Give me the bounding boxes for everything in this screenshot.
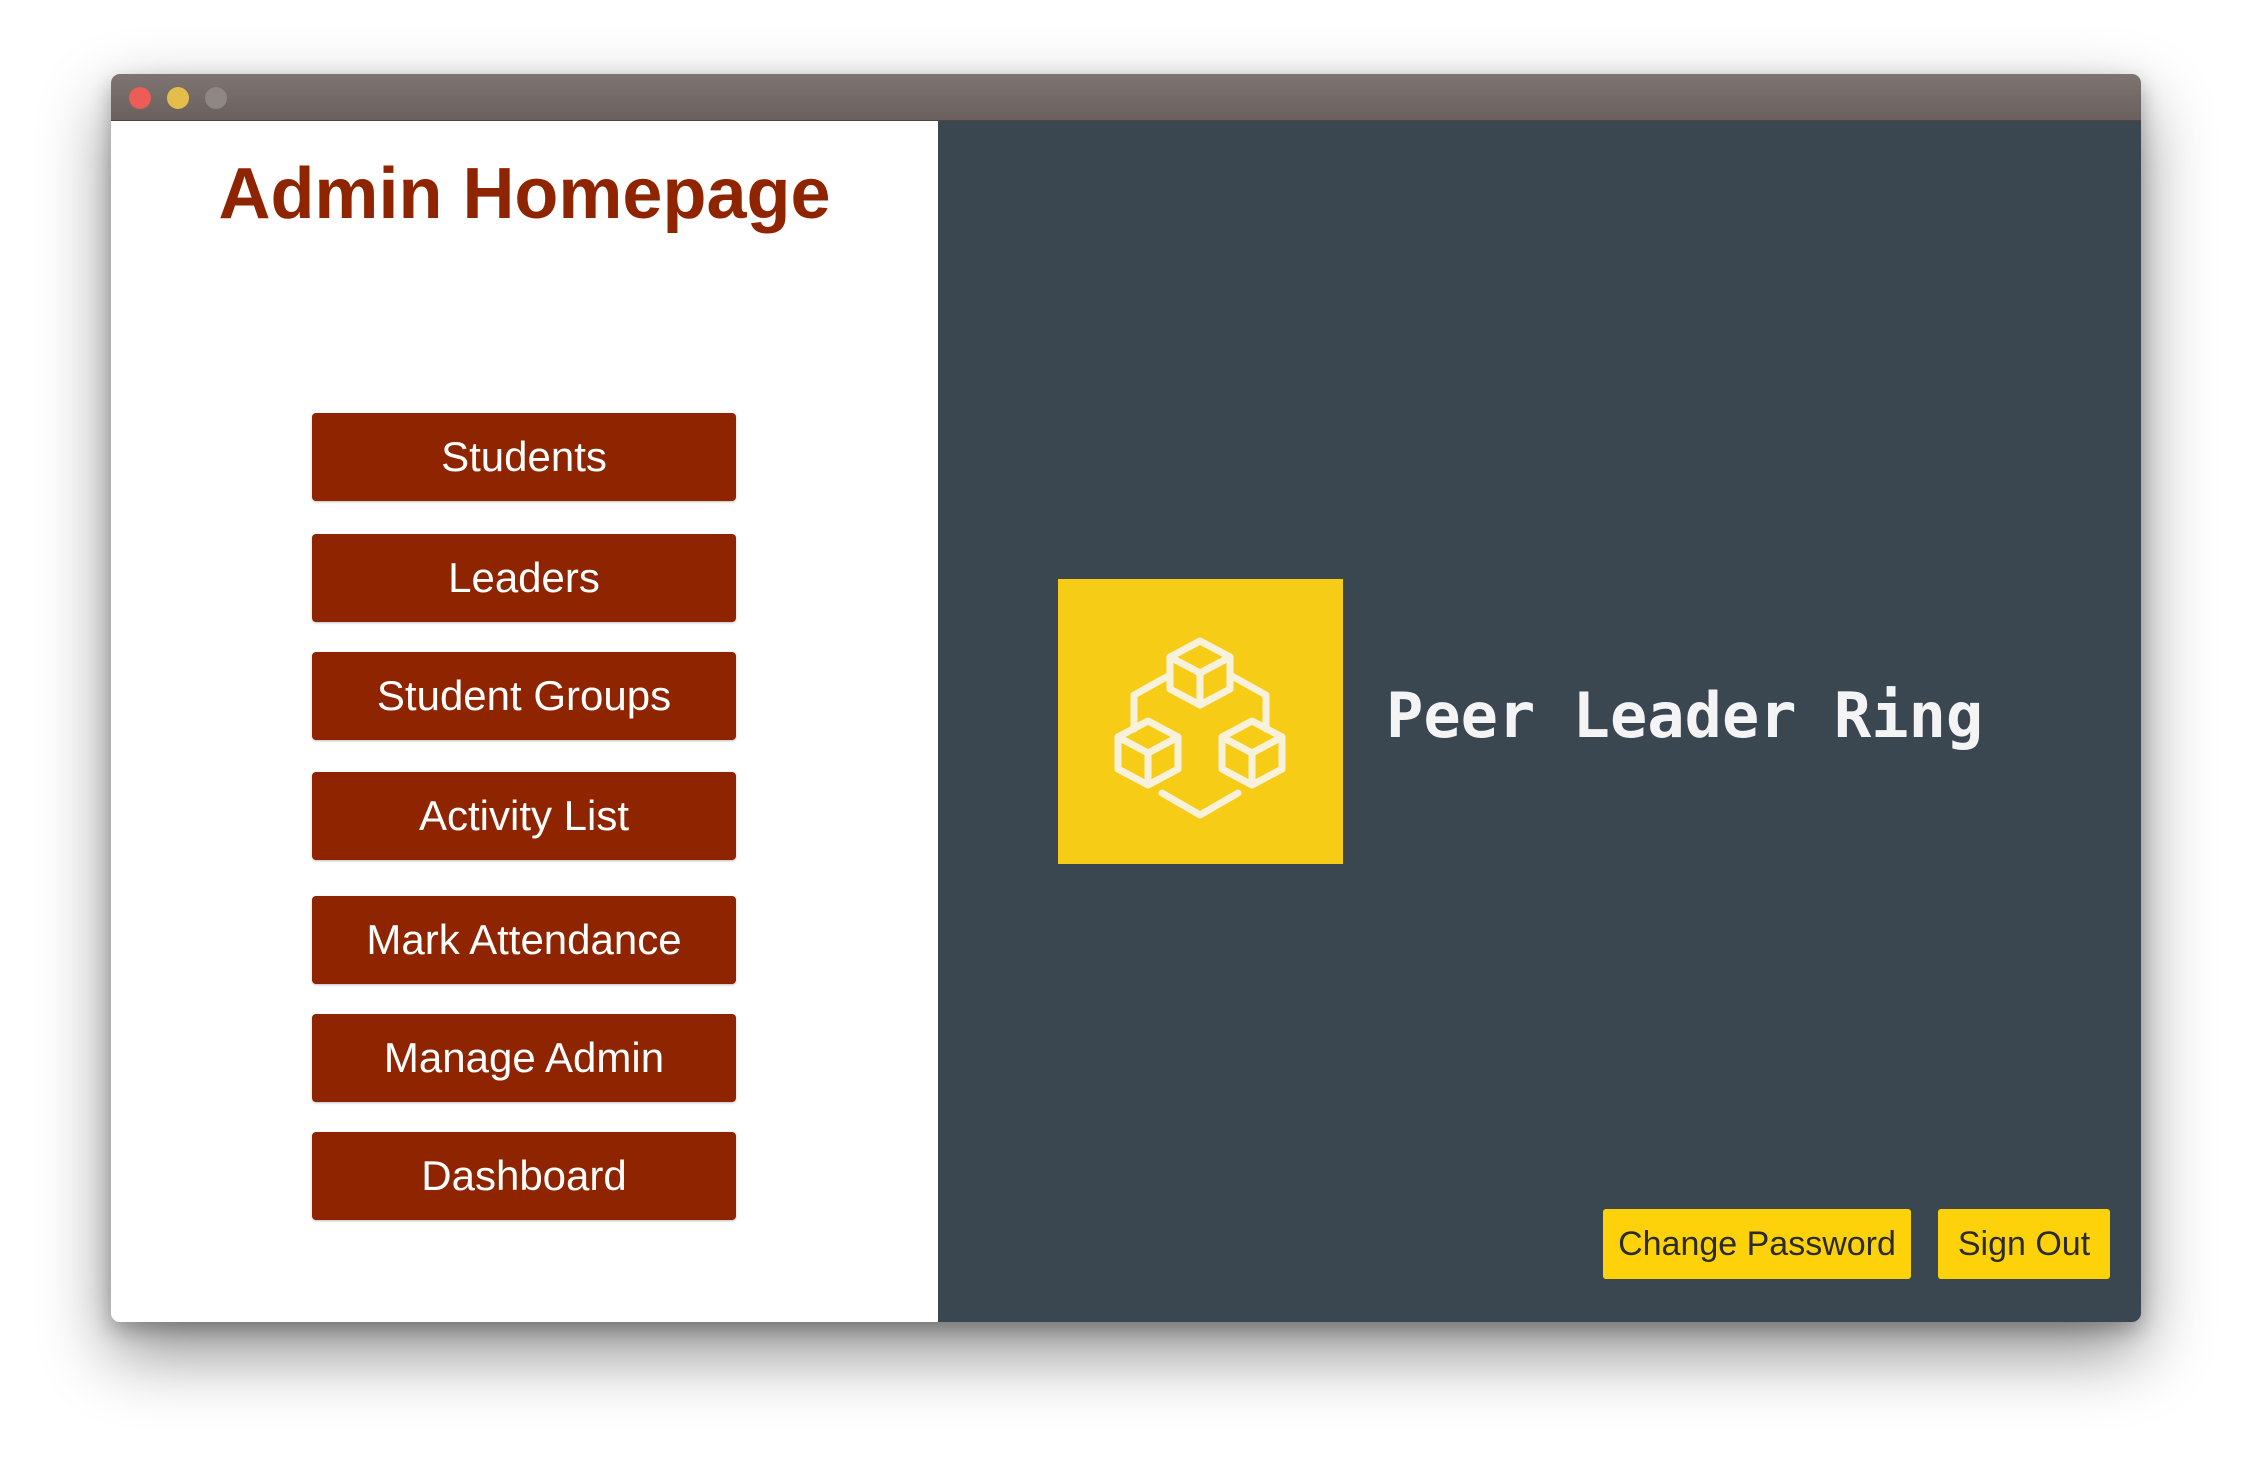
manage-admin-button[interactable]: Manage Admin	[312, 1014, 736, 1102]
page-title: Admin Homepage	[218, 154, 831, 234]
maximize-window-button[interactable]	[205, 87, 227, 109]
app-window: Admin Homepage Students Leaders Student …	[111, 74, 2141, 1322]
minimize-window-button[interactable]	[167, 87, 189, 109]
app-name: Peer Leader Ring	[1386, 679, 1984, 752]
sign-out-button[interactable]: Sign Out	[1938, 1209, 2110, 1279]
mark-attendance-button[interactable]: Mark Attendance	[312, 896, 736, 984]
change-password-button[interactable]: Change Password	[1603, 1209, 1911, 1279]
admin-menu-panel: Admin Homepage Students Leaders Student …	[111, 121, 938, 1322]
close-window-button[interactable]	[129, 87, 151, 109]
dashboard-button[interactable]: Dashboard	[312, 1132, 736, 1220]
activity-list-button[interactable]: Activity List	[312, 772, 736, 860]
title-bar	[111, 74, 2141, 121]
students-button[interactable]: Students	[312, 413, 736, 501]
student-groups-button[interactable]: Student Groups	[312, 652, 736, 740]
brand-panel: Peer Leader Ring Change Password Sign Ou…	[938, 121, 2141, 1322]
app-logo	[1058, 579, 1343, 864]
leaders-button[interactable]: Leaders	[312, 534, 736, 622]
cubes-network-icon	[1114, 637, 1286, 819]
